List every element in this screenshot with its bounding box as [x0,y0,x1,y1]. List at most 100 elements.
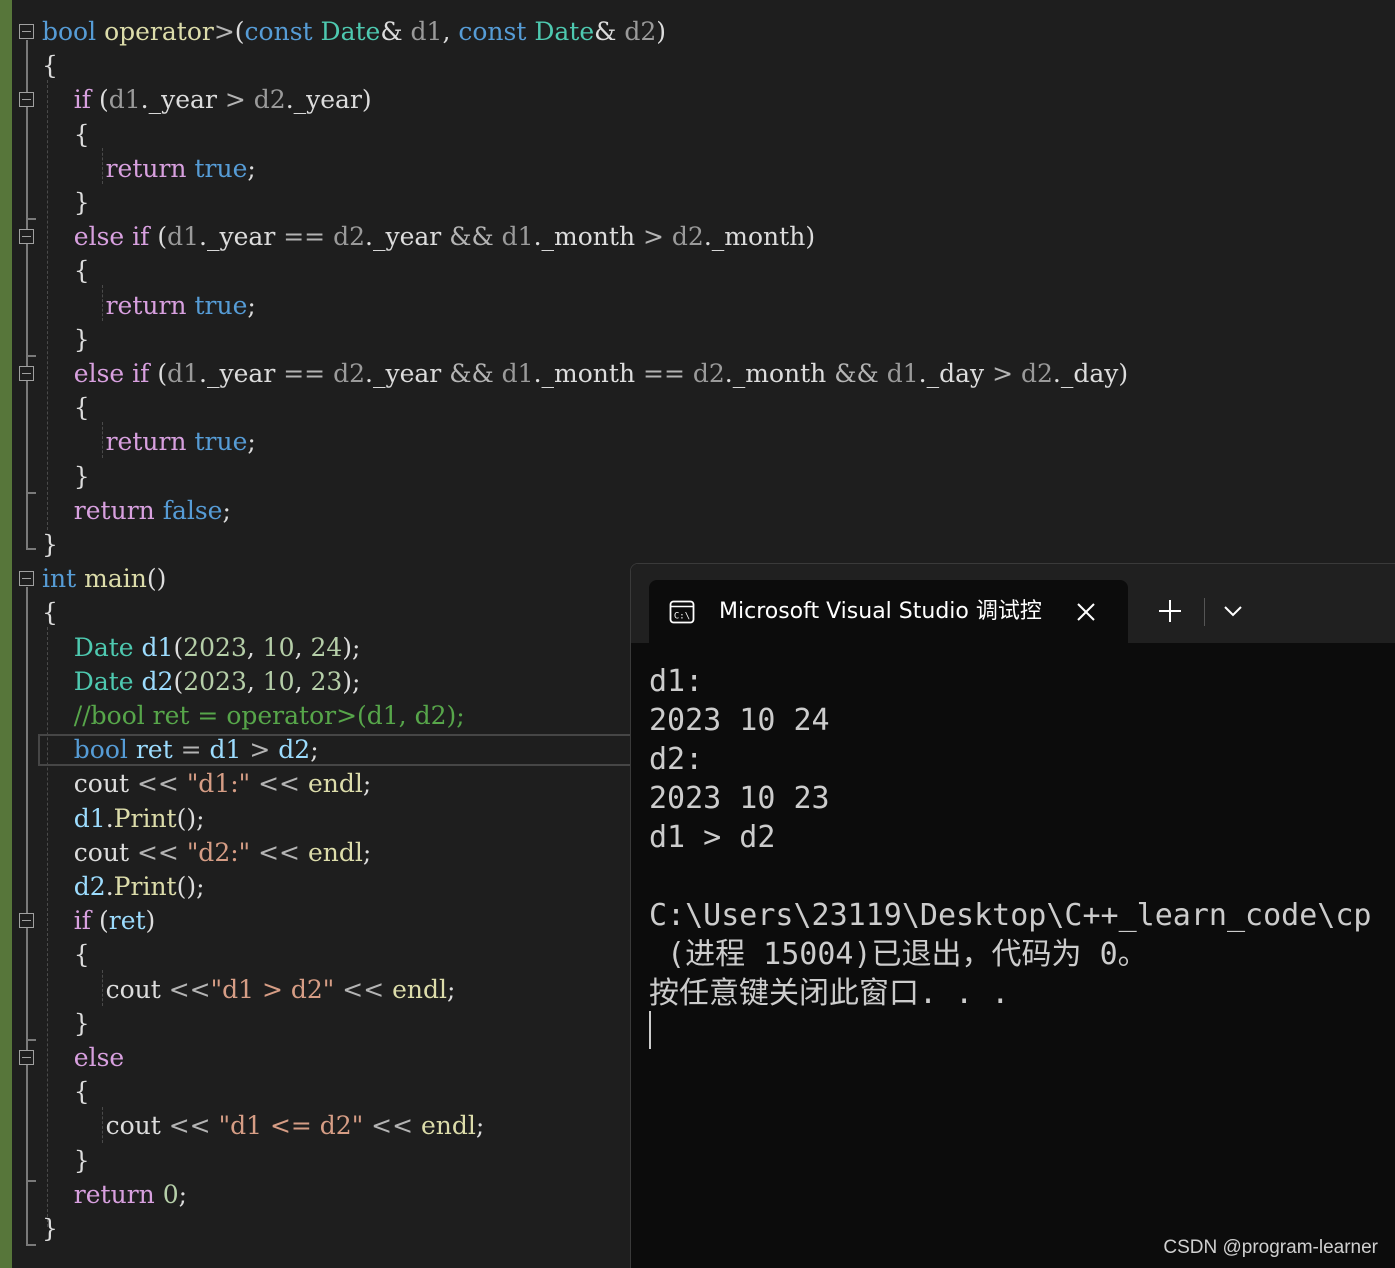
code-line[interactable]: else [42,1041,124,1075]
code-token: cout [105,974,161,1004]
code-line[interactable]: else if (d1._year == d2._year && d1._mon… [42,357,1128,391]
code-line[interactable]: { [42,1075,90,1109]
code-token: == [643,359,685,388]
code-token: return [73,1179,155,1209]
code-token: _day [1060,359,1119,388]
plus-icon[interactable] [1153,594,1187,628]
code-token: d1 [108,85,141,115]
code-line[interactable]: } [42,1144,90,1178]
code-token: , [246,632,263,662]
code-line[interactable]: Date d2(2023, 10, 23); [42,665,361,699]
code-line[interactable]: Date d1(2023, 10, 24); [42,631,361,665]
code-line[interactable]: } [42,323,90,357]
code-token: "d1 > d2" [210,974,335,1004]
collapse-icon[interactable] [19,913,34,928]
code-line[interactable]: } [42,528,58,562]
code-line[interactable]: bool operator>(const Date& d1, const Dat… [42,15,666,49]
change-tracking-bar [0,0,12,1268]
code-line[interactable]: return true; [42,152,256,186]
code-editor[interactable]: bool operator>(const Date& d1, const Dat… [0,0,1395,1268]
collapse-icon[interactable] [19,571,34,586]
code-line[interactable]: return 0; [42,1178,187,1212]
terminal-window[interactable]: C:\ Microsoft Visual Studio 调试控 d1: 2023… [630,563,1395,1268]
code-line[interactable]: d1.Print(); [42,802,205,836]
code-token: > [992,359,1014,388]
code-line[interactable]: { [42,938,90,972]
code-token: _month [541,359,636,388]
code-token: cout [73,769,129,799]
close-icon[interactable] [1073,599,1099,625]
code-token: . [365,359,373,388]
code-line[interactable]: else if (d1._year == d2._year && d1._mon… [42,220,815,254]
code-token: 2023 [183,632,247,662]
code-token: d1 [73,803,106,833]
code-line[interactable]: { [42,391,90,425]
code-token: , [442,17,459,46]
code-line[interactable]: //bool ret = operator>(d1, d2); [42,699,465,733]
code-line[interactable]: cout << "d1 <= d2" << endl; [42,1109,485,1143]
chevron-down-icon[interactable] [1216,594,1250,628]
code-token: > [249,735,271,765]
code-line[interactable]: return true; [42,425,256,459]
code-line[interactable]: { [42,254,90,288]
code-line[interactable]: { [42,118,90,152]
code-line[interactable]: return true; [42,289,256,323]
code-line[interactable]: { [42,596,58,630]
code-token: . [1052,359,1061,388]
code-line[interactable]: } [42,1212,58,1246]
code-line[interactable]: bool ret = d1 > d2; [42,733,319,767]
code-token: d1 [886,359,919,388]
code-line[interactable]: if (d1._year > d2._year) [42,83,372,117]
collapse-icon[interactable] [19,366,34,381]
code-line[interactable]: } [42,1007,90,1041]
code-line[interactable]: int main() [42,562,166,596]
collapse-icon[interactable] [19,1050,34,1065]
terminal-tab-title: Microsoft Visual Studio 调试控 [719,599,1042,624]
code-token: . [105,872,114,901]
code-token: & [380,17,411,46]
code-token: true [194,153,248,183]
code-line[interactable]: cout << "d1:" << endl; [42,767,372,801]
output-line: 按任意键关闭此窗口. . . [649,976,1010,1011]
code-token: { [42,598,58,628]
code-token: } [42,324,90,354]
code-token: ( [173,666,184,696]
code-token: ) [1118,359,1129,388]
code-token: ) [145,906,156,936]
collapse-icon[interactable] [19,92,34,107]
code-line[interactable]: d2.Print(); [42,870,205,904]
collapse-icon[interactable] [19,229,34,244]
code-line[interactable]: if (ret) [42,904,156,938]
terminal-tab[interactable]: C:\ Microsoft Visual Studio 调试控 [649,580,1128,643]
code-line[interactable]: cout << "d2:" << endl; [42,836,372,870]
collapse-icon[interactable] [19,24,34,39]
code-token: _year [148,85,217,115]
output-line: (进程 15004)已退出，代码为 0。 [649,937,1148,972]
code-token: Date [320,17,381,46]
code-line[interactable]: { [42,49,58,83]
outline-line [26,1066,28,1180]
code-token: { [42,393,90,423]
code-token: "d2:" [186,837,251,867]
code-token: { [42,51,58,81]
code-line[interactable]: return false; [42,494,231,528]
code-token: d2 [671,222,704,252]
code-token: _month [732,359,827,388]
code-token: ) [361,85,372,115]
code-line[interactable]: cout <<"d1 > d2" << endl; [42,973,456,1007]
code-line[interactable]: } [42,186,90,220]
output-line: d2: [649,742,704,777]
code-line[interactable]: } [42,460,90,494]
code-token: << [168,974,211,1004]
